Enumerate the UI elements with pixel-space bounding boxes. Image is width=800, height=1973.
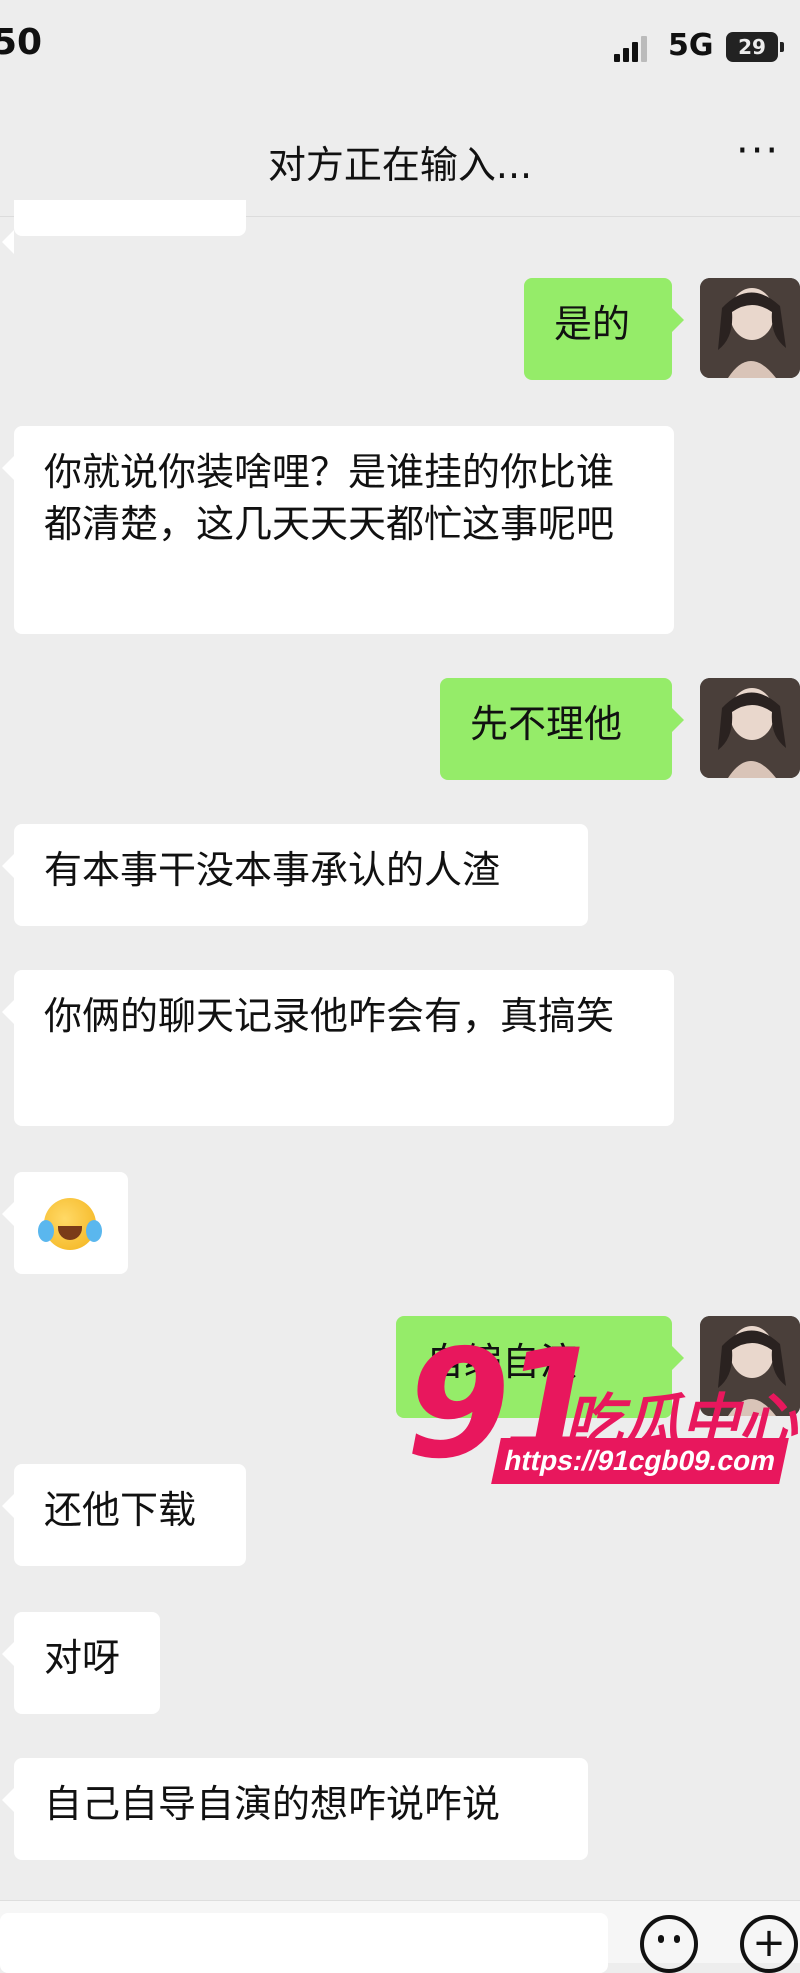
plus-button-icon[interactable]: + (740, 1915, 798, 1973)
message-bubble-incoming[interactable]: 你俩的聊天记录他咋会有，真搞笑 (2, 970, 674, 1126)
laughing-crying-emoji-icon (38, 1198, 102, 1250)
watermark-url: https://91cgb09.com (491, 1438, 789, 1484)
battery-icon: 29 (726, 32, 784, 62)
network-type: 5G (668, 28, 714, 63)
message-bubble-incoming[interactable]: 对呀 (2, 1612, 160, 1714)
status-time: 50 (0, 22, 43, 63)
site-watermark: 91 吃瓜中心 https://91cgb09.com (400, 1330, 800, 1500)
message-bubble-incoming[interactable]: 自己自导自演的想咋说咋说 (2, 1758, 588, 1860)
avatar[interactable] (700, 278, 800, 378)
message-bubble-outgoing[interactable]: 先不理他 (440, 678, 684, 780)
avatar[interactable] (700, 678, 800, 778)
more-options-icon[interactable]: ··· (736, 128, 780, 174)
message-bubble-incoming[interactable]: 有本事干没本事承认的人渣 (2, 824, 588, 926)
input-bar: + (0, 1900, 800, 1973)
message-bubble-incoming[interactable] (2, 200, 246, 254)
message-bubble-incoming[interactable]: 还他下载 (2, 1464, 246, 1566)
emoji-button-icon[interactable] (640, 1915, 698, 1973)
signal-icon (614, 36, 648, 62)
chat-title: 对方正在输入... (267, 143, 533, 187)
message-input[interactable] (0, 1913, 608, 1973)
status-bar: 50 5G 29 (0, 0, 800, 100)
message-bubble-incoming[interactable]: 你就说你装啥哩？是谁挂的你比谁都清楚，这几天天天都忙这事呢吧 (2, 426, 674, 634)
message-bubble-outgoing[interactable]: 是的 (524, 278, 684, 380)
